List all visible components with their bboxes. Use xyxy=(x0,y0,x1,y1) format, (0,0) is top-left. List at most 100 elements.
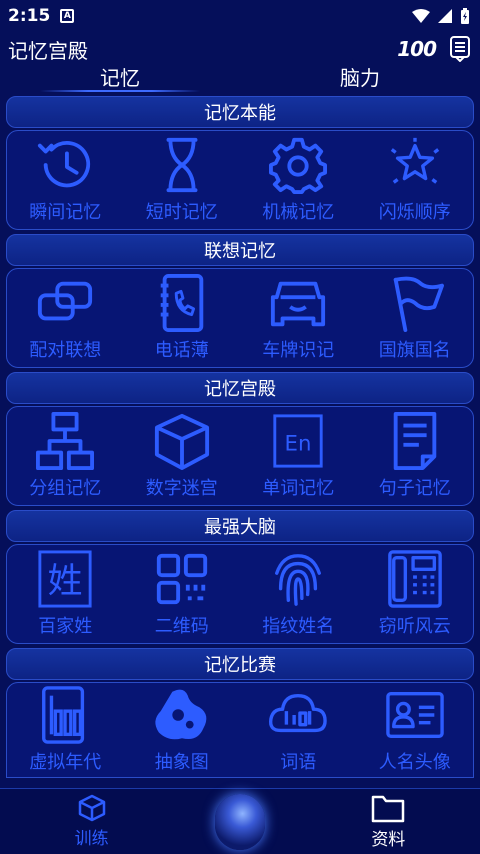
section-associative-memory: 联想记忆 配对联想 电话薄 车牌识记 国旗国名 xyxy=(6,234,474,368)
item-label: 抽象图 xyxy=(154,752,209,773)
section-grid: 配对联想 电话薄 车牌识记 国旗国名 xyxy=(6,268,474,368)
item-flag-country[interactable]: 国旗国名 xyxy=(359,274,471,362)
gear-icon xyxy=(269,137,328,194)
section-header: 联想记忆 xyxy=(6,234,474,266)
page-title: 记忆宫殿 xyxy=(8,38,88,63)
item-virtual-era[interactable]: 虚拟年代 xyxy=(9,686,121,774)
item-mechanical-memory[interactable]: 机械记忆 xyxy=(242,136,354,224)
hierarchy-icon xyxy=(36,412,95,470)
section-memory-competition: 记忆比赛 虚拟年代 抽象图 词语 人名头像 xyxy=(6,648,474,778)
nav-label: 训练 xyxy=(74,829,109,849)
section-memory-instinct: 记忆本能 瞬间记忆 短时记忆 机械记忆 闪烁顺序 xyxy=(6,96,474,230)
item-short-term-memory[interactable]: 短时记忆 xyxy=(126,136,238,224)
hourglass-icon xyxy=(166,137,198,193)
item-sentence-memory[interactable]: 句子记忆 xyxy=(359,412,471,500)
tab-bar: 记忆 脑力 xyxy=(0,66,480,92)
timeline-bars-icon xyxy=(42,686,85,744)
fingerprint-icon xyxy=(275,554,322,606)
item-label: 句子记忆 xyxy=(378,478,451,499)
item-label: 人名头像 xyxy=(378,752,451,773)
surname-icon: 姓 xyxy=(38,550,92,608)
item-group-memory[interactable]: 分组记忆 xyxy=(9,412,121,500)
flag-icon xyxy=(393,276,444,332)
svg-text:姓: 姓 xyxy=(48,562,83,602)
item-license-plate[interactable]: 车牌识记 xyxy=(242,274,354,362)
item-eavesdrop[interactable]: 窃听风云 xyxy=(359,550,471,638)
item-label: 国旗国名 xyxy=(378,340,451,361)
section-grid: 虚拟年代 抽象图 词语 人名头像 xyxy=(6,682,474,778)
item-label: 指纹姓名 xyxy=(262,616,335,637)
item-surnames[interactable]: 姓 百家姓 xyxy=(9,550,121,638)
item-label: 二维码 xyxy=(154,616,209,637)
item-label: 虚拟年代 xyxy=(29,752,102,773)
sparkle-star-icon xyxy=(390,137,439,184)
telephone-icon xyxy=(387,550,442,608)
item-qr-code[interactable]: 二维码 xyxy=(126,550,238,638)
abstract-blob-icon xyxy=(155,689,207,740)
link-icon xyxy=(38,281,93,321)
item-label: 百家姓 xyxy=(38,616,93,637)
cube-icon xyxy=(154,413,209,470)
document-icon xyxy=(393,412,437,470)
item-pair-association[interactable]: 配对联想 xyxy=(9,274,121,362)
qr-code-icon xyxy=(156,553,207,605)
item-words[interactable]: 词语 xyxy=(242,686,354,774)
item-number-maze[interactable]: 数字迷宫 xyxy=(126,412,238,500)
item-name-avatar[interactable]: 人名头像 xyxy=(359,686,471,774)
section-header: 最强大脑 xyxy=(6,510,474,542)
section-grid: 姓 百家姓 二维码 指纹姓名 窃听风云 xyxy=(6,544,474,644)
notes-icon[interactable] xyxy=(450,36,470,62)
tab-brainpower[interactable]: 脑力 xyxy=(240,66,480,92)
status-time: 2:15 xyxy=(8,6,51,26)
history-clock-icon xyxy=(38,141,91,188)
section-header: 记忆宫殿 xyxy=(6,372,474,404)
section-memory-palace: 记忆宫殿 分组记忆 数字迷宫 En 单词记忆 句子记忆 xyxy=(6,372,474,506)
item-label: 词语 xyxy=(280,752,317,773)
english-word-icon: En xyxy=(273,414,323,468)
item-fingerprint-name[interactable]: 指纹姓名 xyxy=(242,550,354,638)
tab-indicator xyxy=(40,90,200,92)
item-label: 车牌识记 xyxy=(262,340,335,361)
item-label: 瞬间记忆 xyxy=(29,202,102,223)
notification-icon: A xyxy=(60,9,75,23)
section-header: 记忆本能 xyxy=(6,96,474,128)
item-label: 数字迷宫 xyxy=(145,478,218,499)
svg-text:En: En xyxy=(285,432,312,457)
score-100-icon[interactable]: 100 xyxy=(397,37,437,61)
status-bar: 2:15 A xyxy=(0,0,480,32)
tab-memory[interactable]: 记忆 xyxy=(0,66,240,92)
wifi-icon xyxy=(412,9,430,23)
folder-icon xyxy=(372,795,405,823)
nav-training[interactable]: 训练 xyxy=(32,794,152,849)
item-label: 机械记忆 xyxy=(262,202,335,223)
item-abstract-image[interactable]: 抽象图 xyxy=(126,686,238,774)
section-grid: 瞬间记忆 短时记忆 机械记忆 闪烁顺序 xyxy=(6,130,474,230)
item-phonebook[interactable]: 电话薄 xyxy=(126,274,238,362)
phonebook-icon xyxy=(160,274,204,332)
car-icon xyxy=(271,281,326,327)
battery-icon xyxy=(461,8,469,24)
section-header: 记忆比赛 xyxy=(6,648,474,680)
item-flash-sequence[interactable]: 闪烁顺序 xyxy=(359,136,471,224)
app-bar: 记忆宫殿 100 xyxy=(0,32,480,66)
item-instant-memory[interactable]: 瞬间记忆 xyxy=(9,136,121,224)
word-cloud-icon xyxy=(269,693,328,733)
bottom-navigation: 训练 资料 xyxy=(0,788,480,854)
item-label: 分组记忆 xyxy=(29,478,102,499)
main-content: 记忆本能 瞬间记忆 短时记忆 机械记忆 闪烁顺序 联想记忆 配对联想 电话薄 车… xyxy=(0,92,480,778)
section-strongest-brain: 最强大脑 姓 百家姓 二维码 指纹姓名 窃听风云 xyxy=(6,510,474,644)
item-label: 窃听风云 xyxy=(378,616,451,637)
item-label: 闪烁顺序 xyxy=(378,202,451,223)
signal-icon xyxy=(438,9,452,23)
nav-resources[interactable]: 资料 xyxy=(328,793,448,850)
item-label: 配对联想 xyxy=(29,340,102,361)
training-cube-icon xyxy=(78,794,105,822)
id-card-icon xyxy=(385,692,444,738)
item-label: 电话薄 xyxy=(154,340,209,361)
item-word-memory[interactable]: En 单词记忆 xyxy=(242,412,354,500)
nav-label: 资料 xyxy=(371,830,406,850)
item-label: 单词记忆 xyxy=(262,478,335,499)
item-label: 短时记忆 xyxy=(145,202,218,223)
brain-avatar-button[interactable] xyxy=(214,793,265,850)
section-grid: 分组记忆 数字迷宫 En 单词记忆 句子记忆 xyxy=(6,406,474,506)
